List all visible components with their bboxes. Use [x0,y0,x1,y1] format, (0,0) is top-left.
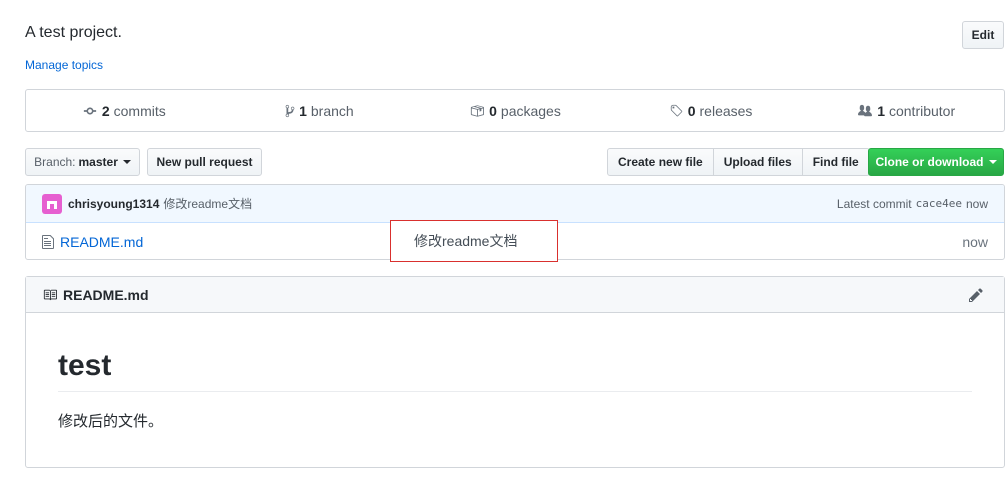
readme-panel: README.md test 修改后的文件。 [25,276,1005,468]
find-file-button[interactable]: Find file [801,148,870,176]
chevron-down-icon [988,160,997,164]
branch-label: Branch: [34,155,76,169]
repo-description: A test project. [25,24,122,41]
book-icon [43,289,57,300]
commits-label: commits [113,102,166,119]
packages-label: packages [500,102,561,119]
chevron-down-icon [122,160,131,164]
summary-commits[interactable]: 2 commits [26,90,222,131]
commits-count: 2 [101,102,110,119]
summary-branches[interactable]: 1 branch [222,90,418,131]
releases-count: 0 [687,102,696,119]
file-icon [42,234,54,249]
readme-title: README.md [63,286,149,303]
summary-releases[interactable]: 0 releases [613,90,809,131]
file-age: now [962,233,988,250]
summary-contributors[interactable]: 1 contributor [808,90,1004,131]
readme-paragraph: 修改后的文件。 [58,413,164,430]
branches-label: branch [310,102,354,119]
summary-packages[interactable]: 0 packages [417,90,613,131]
readme-header: README.md [26,277,1004,313]
numbers-summary: 2 commits 1 branch 0 packages 0 releases… [25,89,1005,132]
commit-sha[interactable]: cace4ee [916,197,962,211]
latest-commit-label: Latest commit [836,196,912,211]
edit-button[interactable]: Edit [962,21,1004,49]
packages-count: 0 [489,102,497,119]
new-pull-request-button[interactable]: New pull request [147,148,262,176]
branch-select-button[interactable]: Branch: master [25,148,140,176]
commit-icon [83,107,96,114]
package-icon [470,104,485,117]
commit-message[interactable]: 修改readme文档 [163,195,252,212]
branches-count: 1 [299,102,307,119]
file-commit-message[interactable]: 修改readme文档 [390,220,558,262]
create-new-file-button[interactable]: Create new file [607,148,714,176]
contributors-label: contributor [888,102,956,119]
latest-commit-bar: chrisyoung1314 修改readme文档 Latest commit … [26,185,1004,223]
readme-heading: test [58,349,972,392]
contributors-count: 1 [877,102,885,119]
releases-label: releases [699,102,753,119]
clone-label: Clone or download [875,155,984,169]
avatar[interactable] [42,193,62,214]
manage-topics-link[interactable]: Manage topics [25,58,103,72]
readme-body: test 修改后的文件。 [26,349,1004,431]
pencil-icon[interactable] [969,287,983,303]
file-actions-group: Create new file Upload files Find file [607,148,870,176]
branch-icon [285,104,295,117]
clone-or-download-button[interactable]: Clone or download [868,148,1004,176]
tag-icon [670,104,682,116]
commit-meta: Latest commit cace4ee now [837,197,988,211]
commit-age: now [965,196,988,211]
commit-author[interactable]: chrisyoung1314 [68,197,159,211]
file-name-link[interactable]: README.md [60,234,143,250]
upload-files-button[interactable]: Upload files [712,148,803,176]
people-icon [858,104,873,116]
branch-value: master [78,155,118,169]
